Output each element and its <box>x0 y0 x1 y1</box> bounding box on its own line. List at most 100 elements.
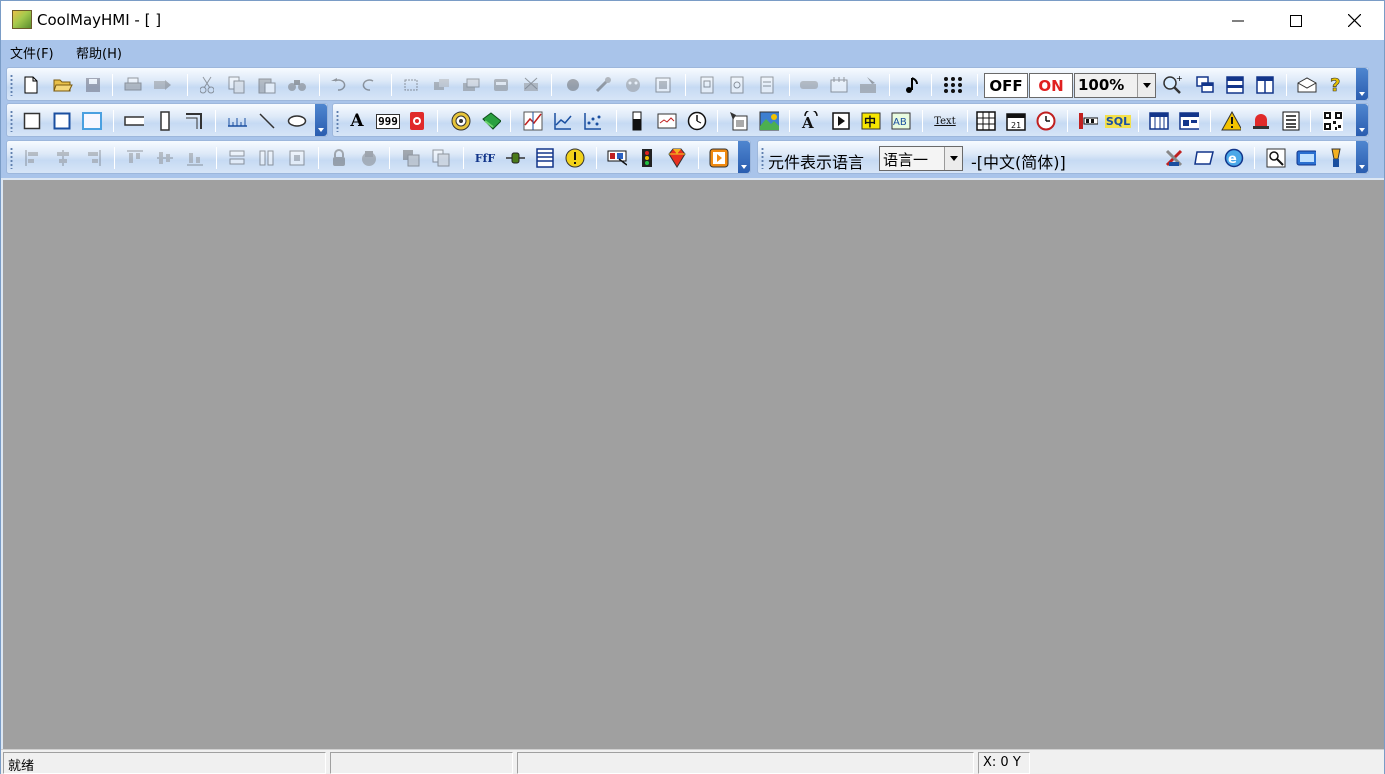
compile-icon[interactable] <box>563 75 583 95</box>
unlock-icon[interactable] <box>359 148 379 168</box>
screen-delete-icon[interactable] <box>757 75 777 95</box>
tools-cross-icon[interactable] <box>1164 148 1184 168</box>
traffic-light-icon[interactable] <box>637 148 657 168</box>
music-icon[interactable] <box>901 75 921 95</box>
text-list-icon[interactable]: Text <box>933 111 957 131</box>
close-button[interactable] <box>1325 1 1383 40</box>
simulate-icon[interactable] <box>623 75 643 95</box>
lock-icon[interactable] <box>329 148 349 168</box>
media-icon[interactable] <box>709 148 729 168</box>
language-select[interactable]: 语言一 <box>879 146 963 171</box>
data-table-icon[interactable] <box>1149 111 1169 131</box>
toolbar-overflow-chevron[interactable] <box>1356 68 1368 100</box>
group-icon[interactable] <box>401 75 421 95</box>
search-icon[interactable] <box>1266 148 1286 168</box>
function-icon[interactable] <box>729 111 749 131</box>
zoom-select[interactable]: 100% <box>1074 73 1156 98</box>
screen-new-icon[interactable] <box>697 75 717 95</box>
toolbar-overflow-chevron[interactable] <box>738 141 750 173</box>
rounded-rectangle-icon[interactable] <box>52 111 72 131</box>
indicator-icon[interactable] <box>505 148 525 168</box>
number-display-icon[interactable]: 999 <box>375 111 401 131</box>
tools-icon[interactable] <box>593 75 613 95</box>
clock-gauge-icon[interactable] <box>687 111 707 131</box>
timer-icon[interactable] <box>1036 111 1056 131</box>
knob-icon[interactable] <box>451 111 471 131</box>
help-icon[interactable]: ? <box>1326 75 1346 95</box>
layer-down-icon[interactable] <box>431 148 451 168</box>
screen-copy-icon[interactable] <box>727 75 747 95</box>
toolbar-grip[interactable] <box>10 110 13 132</box>
print-icon[interactable] <box>123 75 143 95</box>
film-icon[interactable] <box>535 148 555 168</box>
toolbar-grip[interactable] <box>761 147 764 169</box>
same-height-icon[interactable] <box>257 148 277 168</box>
toolbar-grip[interactable] <box>10 147 13 169</box>
send-back-icon[interactable] <box>491 75 511 95</box>
align-right-icon[interactable] <box>83 148 103 168</box>
fill-rectangle-icon[interactable] <box>82 111 102 131</box>
font-icon[interactable]: FfF <box>473 148 497 168</box>
copy-icon[interactable] <box>227 75 247 95</box>
xy-chart-icon[interactable] <box>583 111 603 131</box>
menu-help[interactable]: 帮助(H) <box>76 43 122 62</box>
chevron-down-icon[interactable] <box>1137 74 1155 97</box>
calendar-icon[interactable]: 21 <box>1006 111 1026 131</box>
browser-icon[interactable]: e <box>1224 148 1244 168</box>
history-icon[interactable] <box>1179 111 1199 131</box>
corner-line-icon[interactable] <box>184 111 204 131</box>
bit-switch-icon[interactable] <box>481 111 501 131</box>
grid-icon[interactable] <box>829 75 849 95</box>
ellipse-icon[interactable] <box>287 111 307 131</box>
slider-icon[interactable] <box>657 111 677 131</box>
alert-circle-icon[interactable] <box>565 148 585 168</box>
alarm-bell-icon[interactable] <box>1251 111 1271 131</box>
redo-icon[interactable] <box>359 75 379 95</box>
toolbar-grip[interactable] <box>10 74 13 96</box>
line-icon[interactable] <box>257 111 277 131</box>
dots-grid-icon[interactable] <box>943 75 963 95</box>
same-width-icon[interactable] <box>227 148 247 168</box>
menu-file[interactable]: 文件(F) <box>10 43 54 62</box>
report-icon[interactable] <box>1281 111 1301 131</box>
ascii-input-icon[interactable]: AB <box>891 111 911 131</box>
maximize-button[interactable] <box>1267 1 1325 40</box>
find-icon[interactable] <box>287 75 307 95</box>
align-bottom-icon[interactable] <box>185 148 205 168</box>
ungroup-icon[interactable] <box>431 75 451 95</box>
pointer-icon[interactable] <box>799 75 819 95</box>
vertical-bar-icon[interactable] <box>155 111 175 131</box>
minimize-button[interactable] <box>1209 1 1267 40</box>
warning-icon[interactable] <box>1221 111 1241 131</box>
delete-icon[interactable] <box>521 75 541 95</box>
off-button[interactable]: OFF <box>984 73 1028 98</box>
align-middle-icon[interactable] <box>155 148 175 168</box>
rectangle-icon[interactable] <box>22 111 42 131</box>
same-size-icon[interactable] <box>287 148 307 168</box>
align-top-icon[interactable] <box>125 148 145 168</box>
align-center-icon[interactable] <box>53 148 73 168</box>
recipe-icon[interactable]: A <box>801 111 821 131</box>
brush-icon[interactable] <box>1326 148 1346 168</box>
horizontal-bar-icon[interactable] <box>124 111 144 131</box>
toolbar-overflow-chevron[interactable] <box>1356 141 1368 173</box>
monitor-icon[interactable] <box>607 148 627 168</box>
toolbar-overflow-chevron[interactable] <box>315 104 327 136</box>
toolbar-grip[interactable] <box>336 110 339 132</box>
window-tile-vertical-icon[interactable] <box>1255 75 1275 95</box>
bitmap-icon[interactable] <box>859 75 879 95</box>
line-chart-icon[interactable] <box>553 111 573 131</box>
undo-icon[interactable] <box>329 75 349 95</box>
scale-icon[interactable] <box>227 111 247 131</box>
chinese-input-icon[interactable]: 中 <box>861 111 881 131</box>
on-button[interactable]: ON <box>1029 73 1073 98</box>
zoom-in-icon[interactable]: + <box>1162 75 1182 95</box>
open-folder-icon[interactable] <box>53 75 73 95</box>
keyboard-icon[interactable] <box>1296 148 1316 168</box>
sql-icon[interactable]: SQL <box>1104 111 1132 131</box>
window-tile-horizontal-icon[interactable] <box>1225 75 1245 95</box>
alarm-lamp-icon[interactable] <box>407 111 427 131</box>
qr-code-icon[interactable] <box>1323 111 1343 131</box>
play-icon[interactable] <box>831 111 851 131</box>
chevron-down-icon[interactable] <box>944 147 962 170</box>
